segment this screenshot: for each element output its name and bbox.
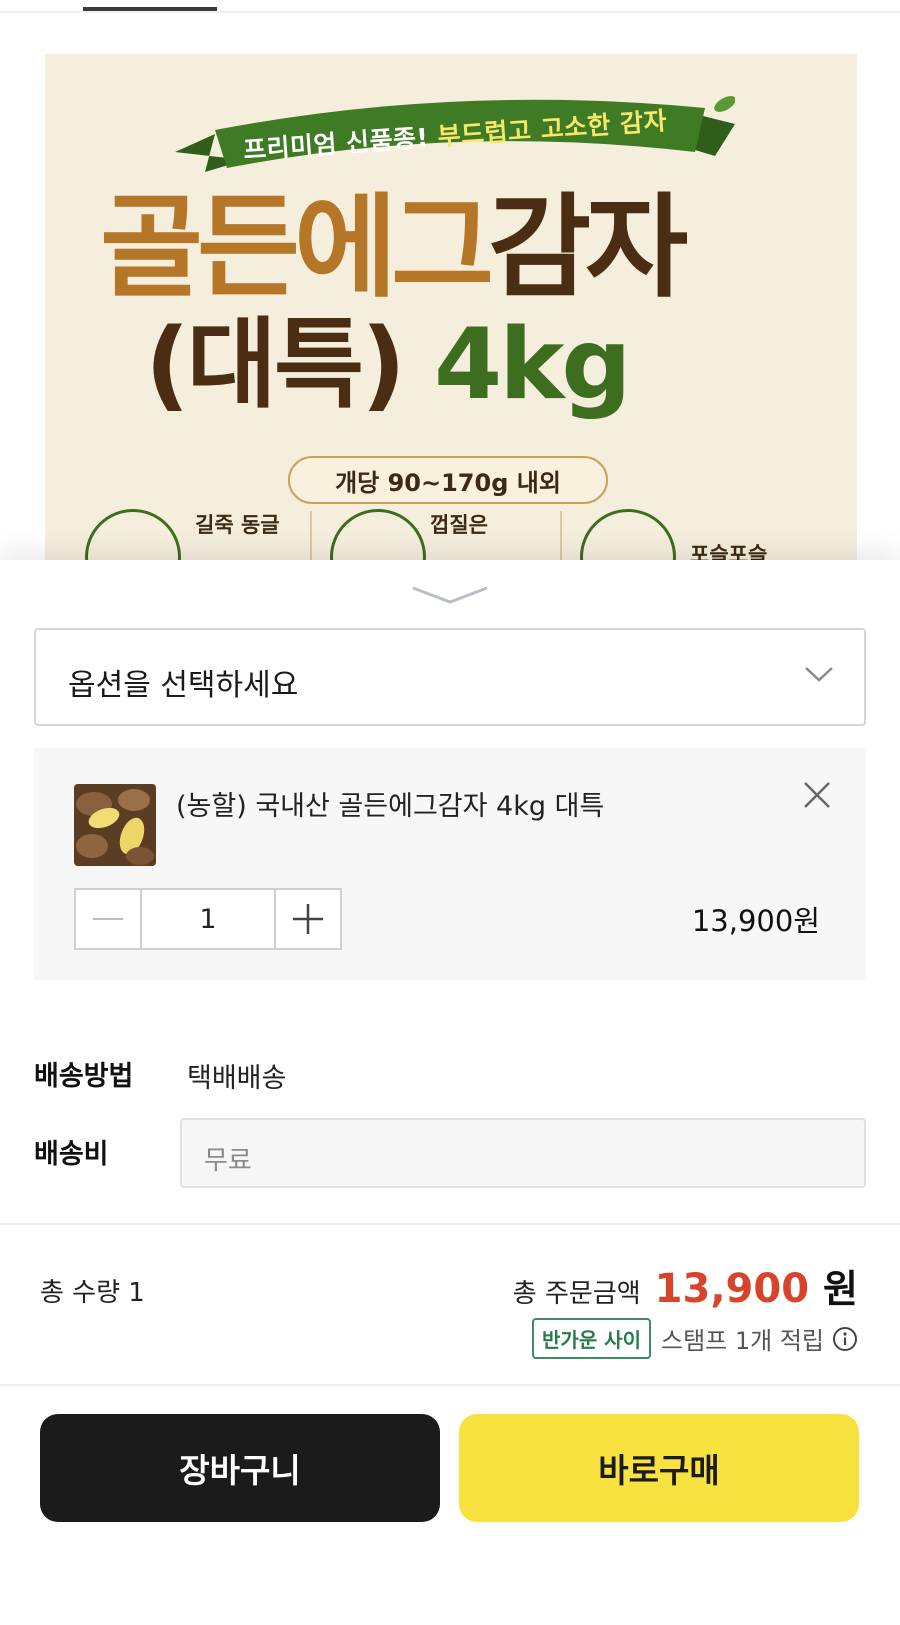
headline-sub-green: 4kg bbox=[434, 308, 632, 422]
total-amount-value: 13,900 bbox=[654, 1266, 810, 1312]
option-select-placeholder: 옵션을 선택하세요 bbox=[68, 668, 299, 703]
divider bbox=[0, 1384, 900, 1386]
headline-sub-dark: (대특) bbox=[145, 308, 406, 422]
total-amount: 총 주문금액 13,900 원 bbox=[513, 1258, 858, 1313]
minus-icon bbox=[93, 918, 123, 920]
size-note-pill: 개당 90~170g 내외 bbox=[288, 456, 608, 504]
buy-now-button[interactable]: 바로구매 bbox=[459, 1414, 859, 1522]
sheet-collapse-icon[interactable] bbox=[411, 584, 489, 606]
total-quantity: 총 수량 1 bbox=[40, 1278, 145, 1308]
stamp-badge: 반가운 사이 bbox=[532, 1318, 651, 1359]
shipping-fee-value: 무료 bbox=[204, 1146, 252, 1176]
product-headline: 골든에그감자 bbox=[100, 192, 820, 304]
info-icon[interactable] bbox=[832, 1326, 858, 1352]
selected-item-name: (농할) 국내산 골든에그감자 4kg 대특 bbox=[176, 791, 605, 822]
stamp-text: 스탬프 1개 적립 bbox=[660, 1327, 824, 1355]
shipping-method-label: 배송방법 bbox=[34, 1061, 134, 1092]
shipping-fee-label: 배송비 bbox=[34, 1139, 109, 1170]
selected-option-card: (농할) 국내산 골든에그감자 4kg 대특 1 13,900원 bbox=[34, 748, 866, 980]
product-banner-area: 프리미엄 신품종! 부드럽고 고소한 감자 골든에그감자 (대특) 4kg 개당… bbox=[0, 0, 900, 614]
product-image: 프리미엄 신품종! 부드럽고 고소한 감자 골든에그감자 (대특) 4kg 개당… bbox=[45, 54, 857, 614]
feature-label: 길죽 동글 bbox=[195, 513, 280, 537]
shipping-method-value: 택배배송 bbox=[187, 1063, 287, 1094]
product-thumbnail bbox=[74, 784, 156, 866]
feature-label: 껍질은 bbox=[430, 513, 488, 537]
increase-quantity-button[interactable] bbox=[276, 890, 340, 948]
chevron-down-icon bbox=[805, 667, 833, 682]
close-icon[interactable] bbox=[802, 780, 832, 810]
quantity-value[interactable]: 1 bbox=[140, 890, 276, 948]
stamp-reward-row: 반가운 사이 스탬프 1개 적립 bbox=[532, 1318, 858, 1359]
divider bbox=[0, 1223, 900, 1225]
decrease-quantity-button[interactable] bbox=[76, 890, 140, 948]
add-to-cart-button[interactable]: 장바구니 bbox=[40, 1414, 440, 1522]
headline-gold: 골든에그 bbox=[100, 183, 494, 313]
purchase-bottom-sheet: 옵션을 선택하세요 (농할) 국내산 골든에그감자 4kg 대특 1 13,90… bbox=[0, 560, 900, 1625]
total-amount-unit: 원 bbox=[823, 1267, 858, 1311]
top-divider bbox=[0, 11, 900, 13]
plus-icon bbox=[293, 904, 323, 934]
product-subheadline: (대특) 4kg bbox=[145, 316, 632, 414]
option-select[interactable]: 옵션을 선택하세요 bbox=[34, 628, 866, 726]
headline-dark: 감자 bbox=[488, 183, 688, 313]
shipping-fee-field: 무료 bbox=[180, 1118, 866, 1188]
selected-item-price: 13,900원 bbox=[691, 904, 820, 938]
quantity-stepper: 1 bbox=[74, 888, 342, 950]
total-amount-label: 총 주문금액 bbox=[512, 1279, 641, 1309]
